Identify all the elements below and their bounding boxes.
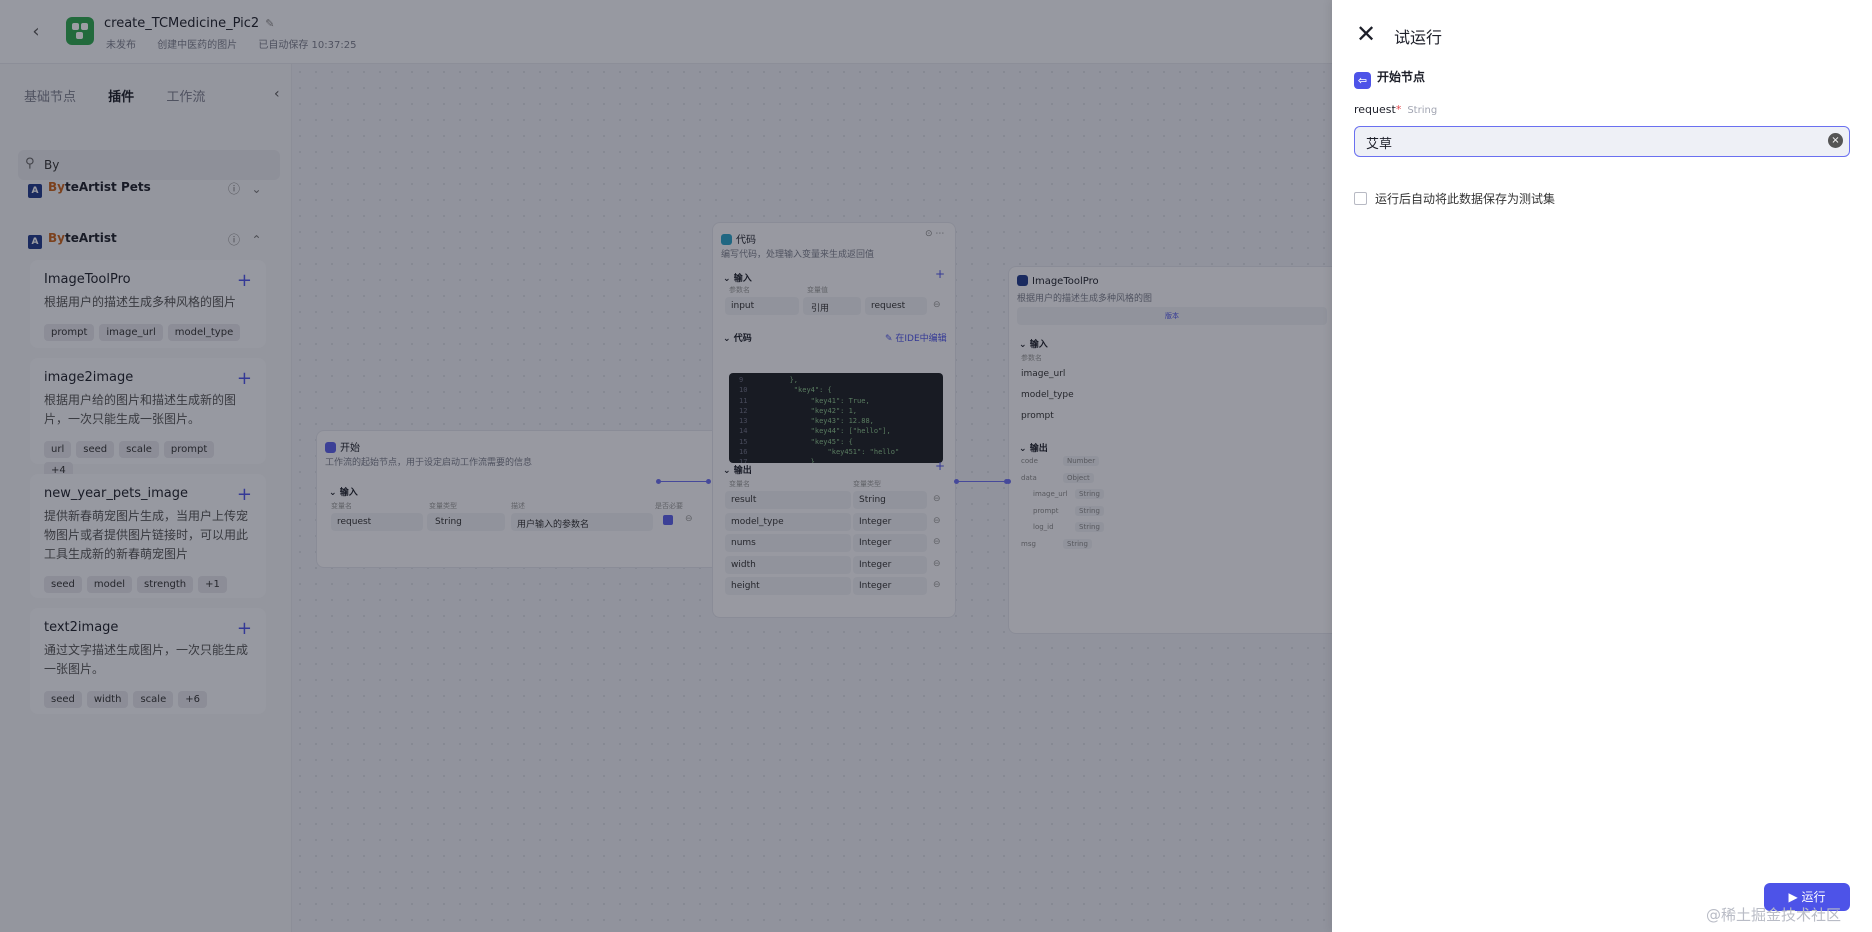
checkbox[interactable] [1354, 192, 1367, 205]
test-run-panel: ✕ 试运行 ⇦ 开始节点 request* String 艾草 × 运行后自动将此数… [1332, 0, 1872, 932]
clear-input-icon[interactable]: × [1828, 133, 1843, 148]
watermark: @稀土掘金技术社区 [1706, 906, 1842, 924]
run-label: 运行 [1801, 890, 1826, 904]
input-value: 艾草 [1366, 137, 1393, 152]
field-type: String [1407, 105, 1438, 116]
request-input[interactable]: 艾草 × [1354, 126, 1850, 157]
checkbox-label: 运行后自动将此数据保存为测试集 [1375, 192, 1556, 206]
modal-overlay[interactable] [0, 0, 1332, 932]
node-title: 开始节点 [1377, 70, 1426, 84]
field-name: request [1354, 103, 1396, 116]
start-node-icon: ⇦ [1354, 72, 1371, 89]
required-mark: * [1395, 103, 1402, 116]
workflow-editor: ‹ create_TCMedicine_Pic2 ✎ 未发布 创建中医药的图片 已… [0, 0, 1872, 932]
close-icon[interactable]: ✕ [1356, 22, 1376, 46]
play-icon: ▶ [1788, 890, 1798, 904]
panel-title: 试运行 [1394, 28, 1443, 47]
field-label: request* String [1354, 103, 1437, 116]
start-node-header: ⇦ 开始节点 [1354, 68, 1425, 89]
save-testset-checkbox[interactable]: 运行后自动将此数据保存为测试集 [1354, 190, 1555, 207]
